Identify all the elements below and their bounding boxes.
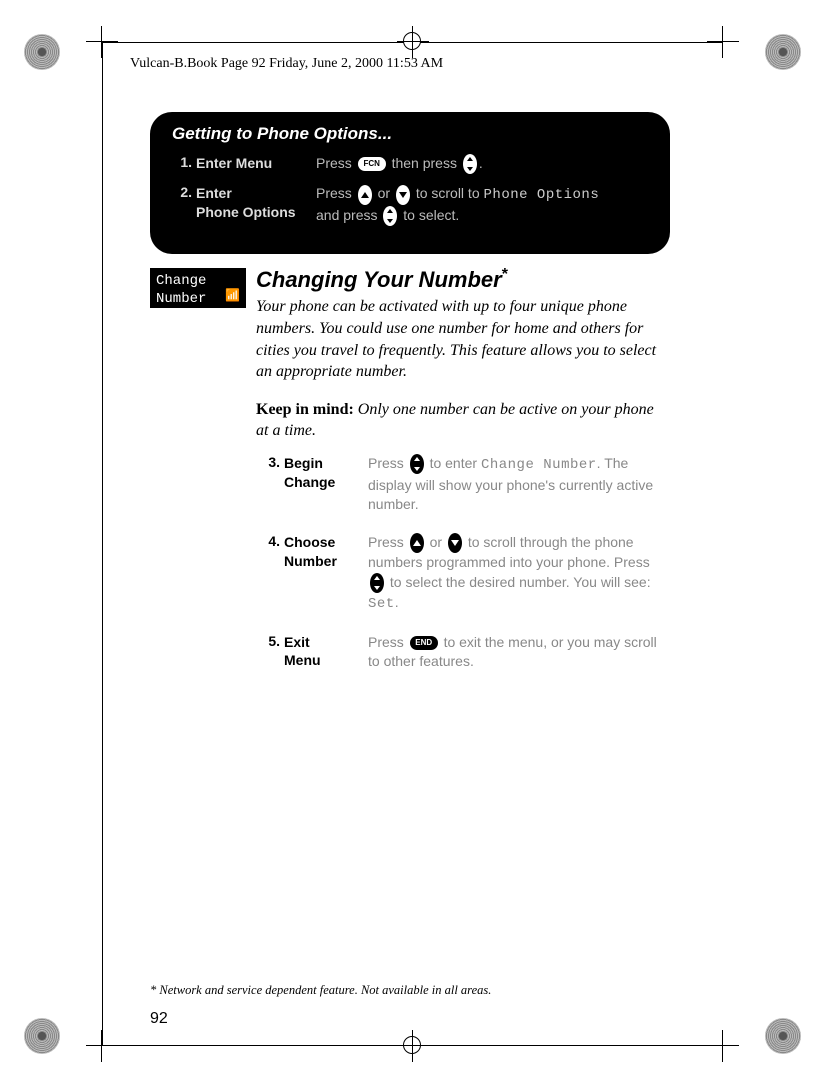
page-content: Getting to Phone Options... 1. Enter Men… — [150, 112, 670, 682]
step-description: Press to enter Change Number. The displa… — [368, 454, 670, 515]
step-row-5: 5. Exit Menu Press END to exit the menu,… — [256, 633, 670, 672]
section-changing-number: Change Number 📶 Changing Your Number* Yo… — [150, 268, 670, 395]
text: or — [430, 534, 446, 550]
scroll-key-icon — [383, 206, 397, 226]
step-label: Enter Menu — [196, 154, 316, 173]
text: Press — [368, 634, 408, 650]
screen-label-text: Change Number — [156, 273, 206, 307]
step-row-3: 3. Begin Change Press to enter Change Nu… — [256, 454, 670, 515]
fcn-key-icon: FCN — [358, 157, 386, 171]
registration-mark-icon — [24, 34, 60, 70]
step-number: 2. — [168, 184, 196, 200]
scroll-key-icon — [370, 573, 384, 593]
up-key-icon — [410, 533, 424, 553]
antenna-icon: 📶 — [225, 289, 240, 305]
mono-text: Set — [368, 596, 395, 612]
step-description: Press END to exit the menu, or you may s… — [368, 633, 670, 672]
running-head: Vulcan-B.Book Page 92 Friday, June 2, 20… — [130, 56, 443, 72]
asterisk: * — [502, 266, 508, 283]
crop-line — [102, 42, 103, 1046]
text: to select the desired number. You will s… — [390, 574, 651, 590]
text: or — [378, 185, 394, 201]
text: and press — [316, 207, 381, 223]
text: . — [479, 155, 483, 171]
scroll-key-icon — [463, 154, 477, 174]
step-label: Enter Phone Options — [196, 184, 316, 222]
text: Press — [316, 155, 356, 171]
up-key-icon — [358, 185, 372, 205]
text: . — [395, 594, 399, 610]
title-text: Changing Your Number — [256, 267, 502, 292]
footnote: * Network and service dependent feature.… — [150, 983, 491, 998]
mono-text: Phone Options — [484, 187, 600, 203]
section-paragraph-2: Keep in mind: Only one number can be act… — [256, 399, 670, 442]
crop-mark-icon — [707, 1030, 739, 1062]
text: Press — [368, 534, 408, 550]
step-number: 4. — [256, 533, 284, 549]
step-label: Choose Number — [284, 533, 368, 571]
section-title: Changing Your Number* — [256, 268, 670, 292]
end-key-icon: END — [410, 636, 438, 650]
getting-to-phone-options-box: Getting to Phone Options... 1. Enter Men… — [150, 112, 670, 254]
step-number: 3. — [256, 454, 284, 470]
registration-mark-icon — [24, 1018, 60, 1054]
keep-in-mind-label: Keep in mind: — [256, 401, 354, 418]
text: to enter — [430, 455, 481, 471]
step-number: 5. — [256, 633, 284, 649]
crop-target-icon — [397, 26, 429, 58]
scroll-key-icon — [410, 454, 424, 474]
step-row-2: 2. Enter Phone Options Press or to scrol… — [168, 184, 652, 226]
mono-text: Change Number — [481, 457, 597, 473]
box-title: Getting to Phone Options... — [172, 124, 652, 144]
text: to scroll to — [416, 185, 484, 201]
down-key-icon — [448, 533, 462, 553]
step-number: 1. — [168, 154, 196, 170]
step-description: Press or to scroll through the phone num… — [368, 533, 670, 615]
step-label: Exit Menu — [284, 633, 368, 671]
text: Press — [368, 455, 408, 471]
text: to select. — [403, 207, 459, 223]
down-key-icon — [396, 185, 410, 205]
section-paragraph-1: Your phone can be activated with up to f… — [256, 296, 670, 382]
text: then press — [392, 155, 461, 171]
step-label: Begin Change — [284, 454, 368, 492]
step-description: Press FCN then press . — [316, 154, 652, 174]
step-row-4: 4. Choose Number Press or to scroll thro… — [256, 533, 670, 615]
crop-target-icon — [397, 1030, 429, 1062]
screen-label: Change Number 📶 — [150, 268, 246, 308]
text: Press — [316, 185, 356, 201]
step-row-1: 1. Enter Menu Press FCN then press . — [168, 154, 652, 174]
registration-mark-icon — [765, 34, 801, 70]
registration-mark-icon — [765, 1018, 801, 1054]
step-description: Press or to scroll to Phone Options and … — [316, 184, 652, 226]
page-number: 92 — [150, 1010, 168, 1028]
steps-white: 3. Begin Change Press to enter Change Nu… — [256, 454, 670, 672]
